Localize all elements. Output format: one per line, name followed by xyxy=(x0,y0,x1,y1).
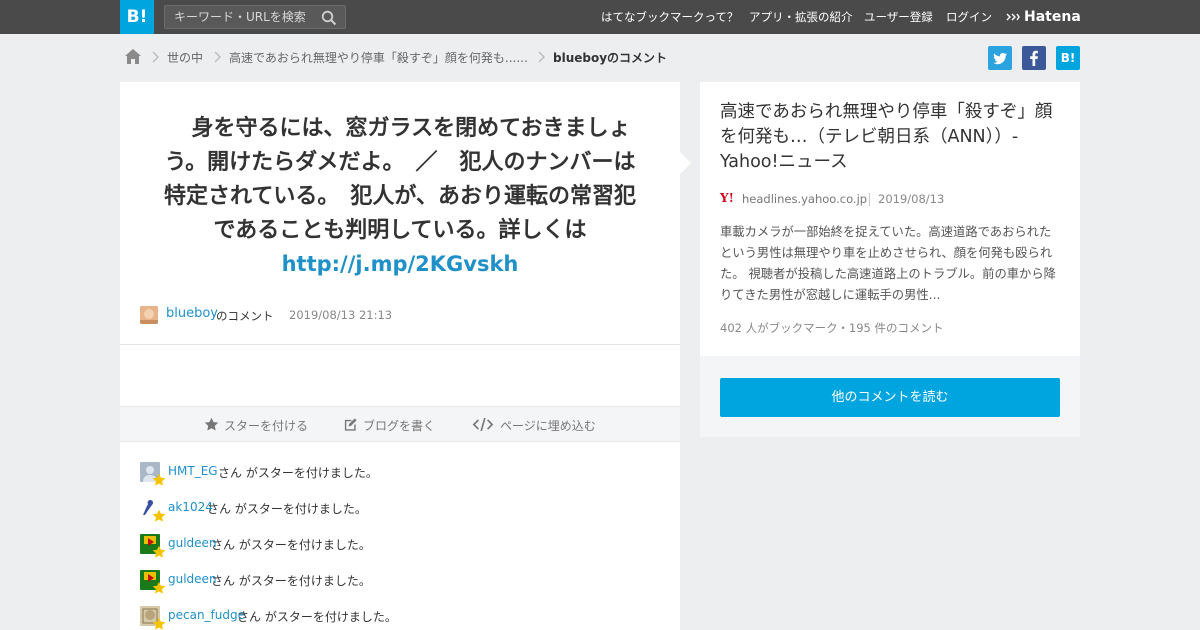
star-icon xyxy=(152,509,166,522)
star-message: さん がスターを付けました。 xyxy=(211,574,371,588)
comment-url-link[interactable]: http://j.mp/2KGvskh xyxy=(140,247,660,281)
star-icon xyxy=(204,417,219,431)
top-header: B! はてなブックマークって？ アプリ・拡張の紹介 ユーザー登録 ログイン Ha… xyxy=(0,0,1200,34)
star-icon xyxy=(152,545,166,558)
read-other-comments-button[interactable]: 他のコメントを読む xyxy=(720,378,1060,417)
article-date: 2019/08/13 xyxy=(878,192,945,206)
article-summary: 車載カメラが一部始終を捉えていた。高速道路であおられたという男性は無理やり車を止… xyxy=(720,225,1056,302)
share-twitter-button[interactable] xyxy=(988,46,1012,70)
edit-icon xyxy=(344,418,357,431)
star-message: さん がスターを付けました。 xyxy=(207,502,367,516)
home-icon[interactable] xyxy=(124,48,142,65)
nav-login-link[interactable]: ログイン xyxy=(946,0,992,34)
breadcrumb-current: blueboyのコメント xyxy=(553,51,668,65)
nav-register-link[interactable]: ユーザー登録 xyxy=(864,0,933,34)
star-user-name[interactable]: pecan_fudge xyxy=(168,608,245,622)
comment-line: う。開けたらダメだよ。 ／ 犯人のナンバーは xyxy=(164,150,636,175)
article-panel: 高速であおられ無理やり停車「殺すぞ」顔を何発も…（テレビ朝日系（ANN））-Ya… xyxy=(700,82,1080,437)
hatena-brand-link[interactable]: Hatena xyxy=(1006,0,1081,34)
embed-button[interactable]: ページに埋め込む xyxy=(472,416,602,434)
search-box[interactable] xyxy=(164,5,346,29)
avatar[interactable] xyxy=(140,306,158,324)
chevron-right-icon xyxy=(538,51,545,63)
breadcrumb-item-entry[interactable]: 高速であおられ無理やり停車「殺すぞ」顔を何発も...... xyxy=(229,49,528,66)
star-user-name[interactable]: guldeen xyxy=(168,572,217,586)
comment-line: 身を守るには、窓ガラスを閉めておきましょ xyxy=(169,116,631,141)
comment-line: 特定されている。 犯人が、あおり運転の常習犯 xyxy=(164,184,636,209)
star-icon xyxy=(152,617,166,630)
divider xyxy=(120,344,680,345)
yahoo-favicon-icon: Y! xyxy=(720,191,734,205)
callout-arrow xyxy=(680,152,691,174)
divider xyxy=(869,193,870,206)
hatena-bookmark-logo[interactable]: B! xyxy=(120,0,154,34)
comment-card: 身を守るには、窓ガラスを閉めておきましょ う。開けたらダメだよ。 ／ 犯人のナン… xyxy=(120,82,680,630)
twitter-icon xyxy=(993,52,1007,65)
chevron-right-icon xyxy=(214,51,221,63)
comment-line: であることも判明している。詳しくは xyxy=(213,218,587,243)
nav-apps-link[interactable]: アプリ・拡張の紹介 xyxy=(749,0,853,34)
star-message: さん がスターを付けました。 xyxy=(211,538,371,552)
article-bookmark-stats[interactable]: 402 人がブックマーク・195 件のコメント xyxy=(720,320,943,336)
user-avatar-image xyxy=(140,306,158,324)
star-icon xyxy=(152,581,166,594)
hatena-logo-icon xyxy=(1006,13,1020,21)
star-message: さん がスターを付けました。 xyxy=(237,610,397,624)
write-blog-label: ブログを書く xyxy=(363,419,436,433)
comment-author-suffix: のコメント xyxy=(216,309,274,323)
article-title-link[interactable]: 高速であおられ無理やり停車「殺すぞ」顔を何発も…（テレビ朝日系（ANN））-Ya… xyxy=(720,100,1065,175)
write-blog-button[interactable]: ブログを書く xyxy=(343,416,443,434)
nav-about-link[interactable]: はてなブックマークって？ xyxy=(601,0,738,34)
star-icon xyxy=(152,473,166,486)
article-summary-card: 高速であおられ無理やり停車「殺すぞ」顔を何発も…（テレビ朝日系（ANN））-Ya… xyxy=(700,82,1080,356)
breadcrumb-item-category[interactable]: 世の中 xyxy=(167,49,203,66)
chevron-right-icon xyxy=(152,51,159,63)
facebook-icon xyxy=(1030,50,1038,66)
comment-body: 身を守るには、窓ガラスを閉めておきましょ う。開けたらダメだよ。 ／ 犯人のナン… xyxy=(140,112,660,248)
star-user-name[interactable]: guldeen xyxy=(168,536,217,550)
hatena-brand-label: Hatena xyxy=(1024,9,1081,25)
add-star-label: スターを付ける xyxy=(224,419,309,433)
share-facebook-button[interactable] xyxy=(1022,46,1046,70)
star-user-name[interactable]: HMT_EG xyxy=(168,464,218,478)
share-hatena-button[interactable]: B! xyxy=(1056,46,1080,70)
embed-label: ページに埋め込む xyxy=(500,419,596,433)
search-icon[interactable] xyxy=(321,10,337,26)
add-star-button[interactable]: スターを付ける xyxy=(204,416,314,434)
article-domain-link[interactable]: headlines.yahoo.co.jp xyxy=(742,192,867,206)
star-message: さん がスターを付けました。 xyxy=(218,466,378,480)
comment-author-name[interactable]: blueboy xyxy=(166,306,218,321)
code-icon xyxy=(472,417,494,432)
comment-timestamp[interactable]: 2019/08/13 21:13 xyxy=(289,308,392,322)
search-input[interactable] xyxy=(165,6,315,28)
comment-actions-bar: スターを付ける ブログを書く ページに埋め込む xyxy=(120,406,680,442)
